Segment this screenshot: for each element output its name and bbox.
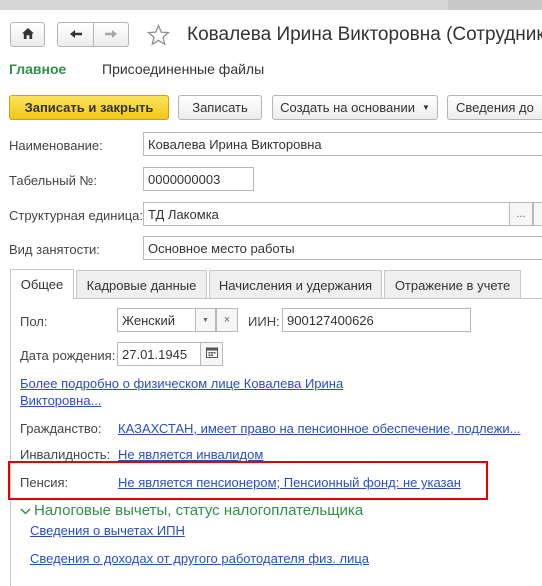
person-details-link[interactable]: Более подробно о физическом лице Ковалев… (20, 375, 350, 409)
disability-label: Инвалидность: (20, 447, 111, 462)
gender-clear-button[interactable]: × (216, 308, 238, 332)
name-label: Наименование: (9, 138, 103, 153)
tab-panel-border (74, 298, 542, 299)
forward-button[interactable] (93, 22, 129, 47)
tab-personnel-data[interactable]: Кадровые данные (76, 270, 207, 299)
unit-open-button[interactable] (533, 202, 542, 226)
other-employer-income-link[interactable]: Сведения о доходах от другого работодате… (30, 551, 369, 566)
chevron-down-icon: ▼ (202, 316, 209, 324)
gender-dropdown-button[interactable]: ▼ (196, 308, 216, 332)
tabnum-label: Табельный №: (9, 173, 97, 188)
create-based-on-label: Создать на основании (280, 100, 415, 115)
birth-date-field[interactable]: 27.01.1945 (117, 342, 201, 366)
gender-field[interactable]: Женский (117, 308, 196, 332)
tab-general[interactable]: Общее (10, 269, 74, 299)
citizenship-label: Гражданство: (20, 421, 102, 436)
tab-accounting[interactable]: Отражение в учете (384, 270, 521, 299)
page-title: Ковалева Ирина Викторовна (Сотрудник) (187, 24, 542, 45)
history-navigation (57, 22, 129, 47)
unit-field[interactable]: ТД Лакомка (143, 202, 510, 226)
window-tab-strip (0, 0, 542, 10)
calendar-button[interactable] (201, 342, 223, 366)
unit-label: Структурная единица: (9, 208, 144, 223)
unit-select-button[interactable]: ... (510, 202, 533, 226)
star-icon (146, 23, 171, 49)
tab-panel-left-border (10, 298, 11, 586)
chevron-down-icon (20, 503, 34, 518)
pension-link[interactable]: Не является пенсионером; Пенсионный фонд… (118, 475, 461, 490)
birth-date-label: Дата рождения: (20, 348, 116, 363)
iin-field[interactable]: 900127400626 (282, 308, 471, 332)
section-main[interactable]: Главное (9, 61, 66, 77)
save-button[interactable]: Записать (178, 95, 262, 120)
home-icon (21, 27, 35, 43)
favorite-button[interactable] (146, 23, 171, 49)
citizenship-link[interactable]: КАЗАХСТАН, имеет право на пенсионное обе… (118, 421, 520, 436)
arrow-left-icon (69, 27, 83, 42)
info-button[interactable]: Сведения до (447, 95, 542, 120)
tax-group-header[interactable]: Налоговые вычеты, статус налогоплательщи… (20, 501, 363, 519)
section-attached-files[interactable]: Присоединенные файлы (102, 61, 264, 77)
create-based-on-button[interactable]: Создать на основании ▼ (272, 95, 438, 120)
calendar-icon (205, 347, 218, 361)
iin-label: ИИН: (248, 314, 280, 329)
arrow-right-icon (104, 27, 118, 42)
save-and-close-button[interactable]: Записать и закрыть (9, 95, 169, 120)
employment-label: Вид занятости: (9, 242, 100, 257)
pension-label: Пенсия: (20, 475, 69, 490)
chevron-down-icon: ▼ (421, 103, 430, 112)
tax-group-title: Налоговые вычеты, статус налогоплательщи… (34, 501, 364, 519)
name-field[interactable]: Ковалева Ирина Викторовна (143, 132, 542, 156)
gender-label: Пол: (20, 314, 48, 329)
back-button[interactable] (57, 22, 93, 47)
tab-accruals[interactable]: Начисления и удержания (209, 270, 382, 299)
ipn-deductions-link[interactable]: Сведения о вычетах ИПН (30, 523, 185, 538)
window-tab-strip-segment (448, 0, 542, 10)
disability-link[interactable]: Не является инвалидом (118, 447, 263, 462)
tabnum-field[interactable]: 0000000003 (143, 167, 254, 191)
home-button[interactable] (10, 22, 45, 47)
employment-field[interactable]: Основное место работы (143, 236, 542, 260)
